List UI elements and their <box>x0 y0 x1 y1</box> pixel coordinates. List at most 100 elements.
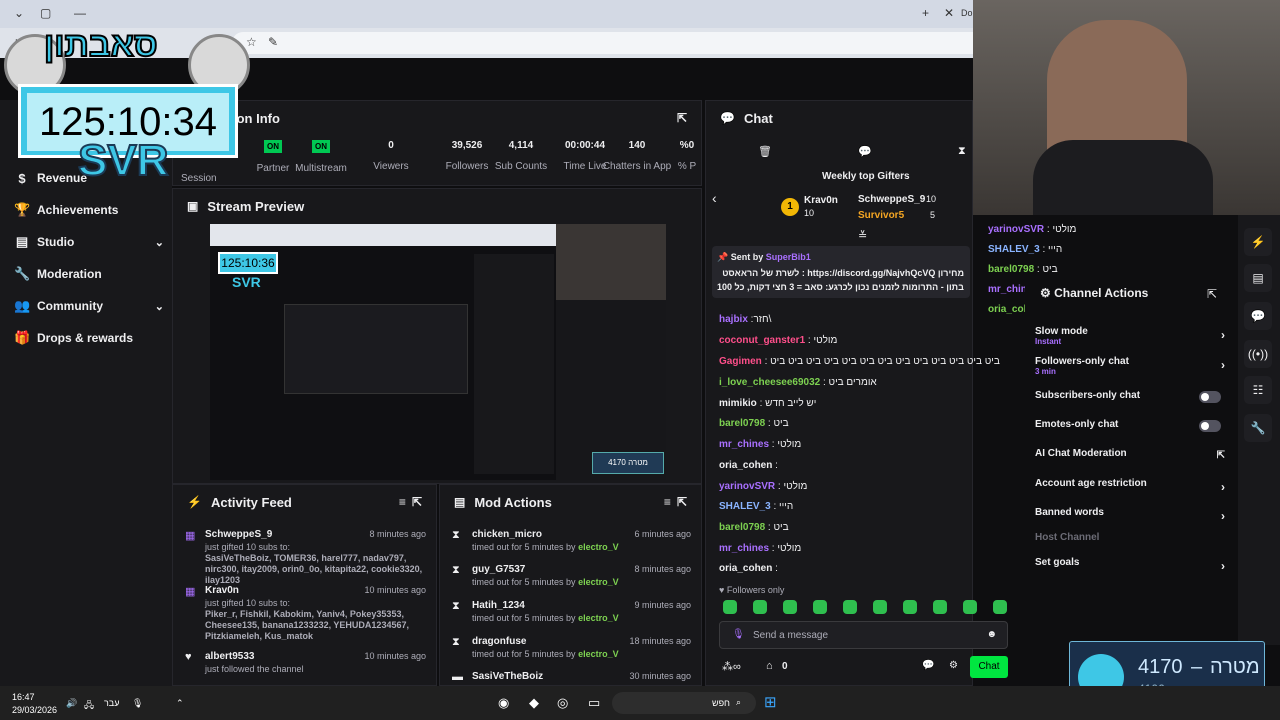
sliders-icon[interactable]: ☷ <box>1244 376 1272 404</box>
popout-icon[interactable]: ⇱ <box>677 495 687 509</box>
chat-username[interactable]: mimikio <box>719 398 757 409</box>
gear-icon[interactable]: ⚙ <box>949 660 958 671</box>
channel-action-ai-chat-moderation[interactable]: AI Chat Moderation ⇱ <box>1035 448 1225 472</box>
channel-action-followers-only-chat[interactable]: Followers-only chat 3 min › <box>1035 356 1225 380</box>
filter-icon[interactable]: ≡ <box>399 495 406 509</box>
chevron-up-icon[interactable]: ⌃ <box>176 698 184 709</box>
chat-message[interactable]: coconut_ganster1 : מולטי <box>719 335 837 346</box>
chat-icon[interactable]: 💬 <box>1244 302 1272 330</box>
folder-icon[interactable]: ▭ <box>588 695 600 711</box>
sidebar-item-moderation[interactable]: 🔧 Moderation <box>14 262 164 286</box>
chat-username[interactable]: oria_cohen <box>719 563 772 574</box>
channel-action-emotes-only-chat[interactable]: Emotes-only chat <box>1035 419 1225 443</box>
chat-username[interactable]: barel0798 <box>719 522 765 533</box>
chat-message[interactable]: oria_cohen : <box>719 563 778 574</box>
chat-message[interactable]: hajbix :חזר\ <box>719 314 771 325</box>
chat-input[interactable]: 🎙 Send a message ☻ <box>719 621 1008 649</box>
channel-action-host-channel[interactable]: Host Channel <box>1035 532 1225 556</box>
chat-message[interactable]: barel0798 : ביט <box>719 418 789 429</box>
chat-message[interactable]: mimikio : יש לייב חדש <box>719 398 816 409</box>
edit-icon[interactable]: ✎ <box>268 35 278 49</box>
sidebar-item-achievements[interactable]: 🏆 Achievements <box>14 198 164 222</box>
emote-icon[interactable] <box>783 600 797 614</box>
chat-message[interactable]: i_love_cheesee69032 : אומרים ביט <box>719 377 877 388</box>
chat-message[interactable]: SHALEV_3 : הייי <box>719 501 793 512</box>
stream-preview-video[interactable]: 125:10:36 SVR 4170 מטרה <box>210 224 666 480</box>
chrome-icon[interactable]: ◎ <box>557 695 568 711</box>
taskbar-search[interactable]: חפש ⌕ <box>612 692 756 714</box>
minimize-icon[interactable]: — <box>74 6 86 20</box>
chat-send-button[interactable]: Chat <box>970 656 1008 678</box>
toggle-switch[interactable] <box>1199 420 1221 432</box>
close-tab-icon[interactable]: ✕ <box>944 6 954 20</box>
bookmark-star-icon[interactable]: ☆ <box>246 35 257 49</box>
emote-icon[interactable] <box>933 600 947 614</box>
store-icon[interactable]: ⌂ <box>766 660 773 672</box>
popout-icon[interactable]: ⇱ <box>1207 287 1217 301</box>
trash-icon[interactable]: 🗑 <box>758 145 772 158</box>
popout-icon[interactable]: ⇱ <box>412 495 422 509</box>
address-bar[interactable] <box>232 32 973 54</box>
mic-icon[interactable]: 🎙 <box>732 629 745 640</box>
chat-message[interactable]: yarinovSVR : מולטי <box>719 481 807 492</box>
chat-username[interactable]: barel0798 <box>719 418 765 429</box>
chat-message[interactable]: Gagimen : ביט ביט ביט ביט ביט ביט ביט בי… <box>719 356 1000 367</box>
broadcast-icon[interactable]: ((•)) <box>1244 340 1272 368</box>
chat-username[interactable]: Gagimen <box>719 356 762 367</box>
chat-username[interactable]: SHALEV_3 <box>719 501 771 512</box>
chat-username[interactable]: coconut_ganster1 <box>719 335 805 346</box>
chat-username[interactable]: hajbix <box>719 314 748 325</box>
channel-action-set-goals[interactable]: Set goals › <box>1035 557 1225 581</box>
collapse-icon[interactable]: ≚ <box>858 229 867 242</box>
chat-message[interactable]: oria_cohen : <box>719 460 778 471</box>
chat-username[interactable]: oria_cohen <box>719 460 772 471</box>
emote-icon[interactable] <box>753 600 767 614</box>
chat-bubble-icon[interactable]: 💬 <box>922 660 934 671</box>
channel-action-slow-mode[interactable]: Slow mode Instant › <box>1035 326 1225 350</box>
emoji-icon[interactable]: ☻ <box>986 629 997 640</box>
emote-icon[interactable] <box>963 600 977 614</box>
chat-message[interactable]: barel0798 : ביט <box>719 522 789 533</box>
tab-switch-icon[interactable]: ▢ <box>40 6 51 20</box>
document-icon[interactable]: ▤ <box>1244 264 1272 292</box>
chat-message[interactable]: mr_chines : מולטי <box>719 543 801 554</box>
sidebar-item-studio[interactable]: ▤ Studio ⌄ <box>14 230 164 254</box>
volume-icon[interactable]: 🔊 <box>66 698 77 709</box>
app-icon[interactable]: ◆ <box>529 695 539 711</box>
channel-action-subscribers-only-chat[interactable]: Subscribers-only chat <box>1035 390 1225 414</box>
chat-username[interactable]: i_love_cheesee69032 <box>719 377 820 388</box>
chat-bubble-icon[interactable]: 💬 <box>858 145 872 158</box>
toggle-switch[interactable] <box>1199 391 1221 403</box>
clock-time[interactable]: 16:47 <box>12 692 35 702</box>
sidebar-item-community[interactable]: 👥 Community ⌄ <box>14 294 164 318</box>
clock-date[interactable]: 29/03/2026 <box>12 705 57 715</box>
language-indicator[interactable]: עבר <box>104 698 119 708</box>
windows-start-icon[interactable]: ⊞ <box>764 693 777 711</box>
channel-action-account-age-restriction[interactable]: Account age restriction › <box>1035 478 1225 502</box>
network-icon[interactable]: 🖧 <box>84 698 94 714</box>
emote-icon[interactable] <box>903 600 917 614</box>
popout-icon[interactable]: ⇱ <box>677 111 687 125</box>
chat-message[interactable]: mr_chines : מולטי <box>719 439 801 450</box>
emote-icon[interactable] <box>813 600 827 614</box>
tab-search-icon[interactable]: ⌄ <box>14 6 24 20</box>
filter-icon[interactable]: ≡ <box>664 495 671 509</box>
emote-icon[interactable] <box>843 600 857 614</box>
emote-icon[interactable] <box>723 600 737 614</box>
emote-icon[interactable] <box>873 600 887 614</box>
chat-username[interactable]: mr_chines <box>719 543 769 554</box>
chevron-left-icon[interactable]: ‹ <box>712 190 717 206</box>
new-tab-icon[interactable]: + <box>922 6 929 20</box>
tab-title[interactable]: Do <box>961 8 973 18</box>
channel-points-icon[interactable]: ⁂∞ <box>722 660 741 673</box>
wrench-icon[interactable]: 🔧 <box>1244 414 1272 442</box>
sidebar-item-drops[interactable]: 🎁 Drops & rewards <box>14 326 164 350</box>
channel-action-banned-words[interactable]: Banned words › <box>1035 507 1225 531</box>
chat-username[interactable]: yarinovSVR <box>719 481 775 492</box>
bolt-icon[interactable]: ⚡ <box>1244 228 1272 256</box>
emote-icon[interactable] <box>993 600 1007 614</box>
chat-username[interactable]: mr_chines <box>719 439 769 450</box>
hourglass-icon[interactable]: ⧗ <box>958 145 966 158</box>
mic-icon[interactable]: 🎙 <box>132 698 143 709</box>
discord-icon[interactable]: ◉ <box>498 695 509 711</box>
